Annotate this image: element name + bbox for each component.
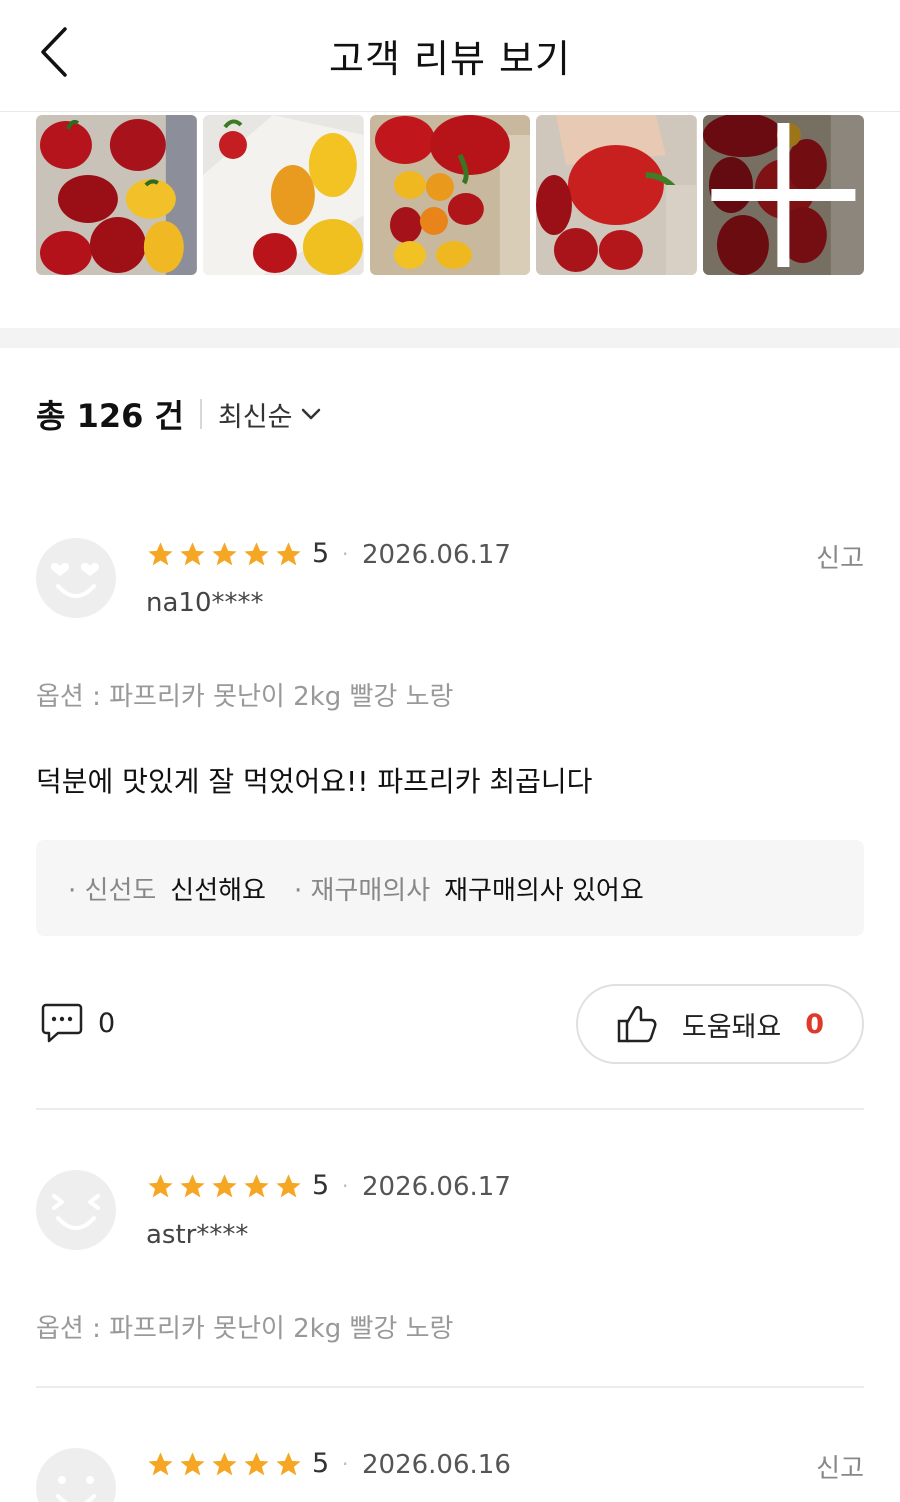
star-rating [146,1172,303,1201]
star-icon [212,542,237,566]
star-icon [148,1174,173,1198]
star-icon [276,542,301,566]
reviewer-name: astr**** [146,1220,249,1250]
review-photo-strip [36,115,864,275]
star-icon [148,542,173,566]
sort-label: 최신순 [217,401,293,433]
star-icon [212,1174,237,1198]
attribute-key: · 신선도 [68,875,157,906]
section-divider [0,328,900,348]
star-icon [244,1174,269,1198]
star-icon [180,542,205,566]
reviewer-name: na10**** [146,588,264,618]
report-button[interactable]: 신고 [816,1448,864,1485]
comment-bubble-icon [41,1003,83,1043]
option-text: 옵션 : 파프리카 못난이 2kg 빨강 노랑 [36,1314,454,1344]
top-bar: 고객 리뷰 보기 [0,0,900,112]
review-date: 2026.06.17 [362,1172,511,1202]
review-date: 2026.06.17 [362,540,511,570]
star-icon [276,1174,301,1198]
star-icon [244,1452,269,1476]
separator-dot: · [342,542,349,566]
more-photos-button[interactable] [703,115,864,275]
option-text: 옵션 : 파프리카 못난이 2kg 빨강 노랑 [36,682,454,712]
attribute-repurchase: · 재구매의사 재구매의사 있어요 [294,870,644,907]
helpful-label: 도움돼요 [681,1011,782,1043]
star-icon [148,1452,173,1476]
rating-value: 5 [312,1448,330,1479]
rating-value: 5 [312,538,330,569]
avatar [36,1170,116,1250]
page-title: 고객 리뷰 보기 [329,37,571,81]
review-divider [36,1386,864,1388]
review-photo[interactable] [536,115,698,275]
review-item: 5 · 2026.06.17 신고 na10**** 옵션 : 파프리카 못난이… [36,530,864,1110]
review-photo[interactable] [369,115,531,275]
review-attributes: · 신선도 신선해요 · 재구매의사 재구매의사 있어요 [36,840,864,936]
attribute-freshness: · 신선도 신선해요 [68,870,266,907]
separator-dot: · [342,1174,349,1198]
review-item: 5 · 2026.06.17 astr**** 옵션 : 파프리카 못난이 2k… [36,1162,864,1390]
review-summary: 총 126 건 최신순 [36,392,321,436]
smiling-face-icon [56,1476,96,1502]
star-icon [180,1174,205,1198]
comment-count: 0 [98,1007,116,1039]
star-rating [146,540,303,569]
review-content: 덕분에 맛있게 잘 먹었어요!! 파프리카 최곱니다 [36,765,593,798]
rating-value: 5 [312,1170,330,1201]
star-icon [180,1452,205,1476]
attribute-value: 재구매의사 있어요 [444,875,644,906]
chevron-down-icon [301,408,320,420]
plus-icon [711,123,856,267]
helpful-count: 0 [805,1008,825,1040]
avatar [36,1448,116,1502]
review-item: 5 · 2026.06.16 신고 [36,1440,864,1502]
review-date: 2026.06.16 [362,1450,511,1480]
divider [199,399,202,429]
star-rating [146,1450,303,1479]
sort-dropdown[interactable]: 최신순 [218,395,321,434]
star-icon [244,542,269,566]
comment-button[interactable]: 0 [40,1002,115,1044]
helpful-button[interactable]: 도움돼요 0 [576,984,864,1064]
heart-eyes-face-icon [50,563,100,598]
attribute-key: · 재구매의사 [293,875,431,906]
review-photo[interactable] [36,115,197,275]
thumbs-up-icon [617,1006,657,1043]
separator-dot: · [342,1452,349,1476]
report-button[interactable]: 신고 [816,538,864,575]
star-icon [212,1452,237,1476]
review-divider [36,1108,864,1110]
review-photo[interactable] [202,115,364,275]
attribute-value: 신선해요 [170,875,266,906]
star-icon [276,1452,301,1476]
avatar [36,538,116,618]
review-total: 총 126 건 [36,397,184,435]
smiling-face-icon [52,1194,100,1230]
